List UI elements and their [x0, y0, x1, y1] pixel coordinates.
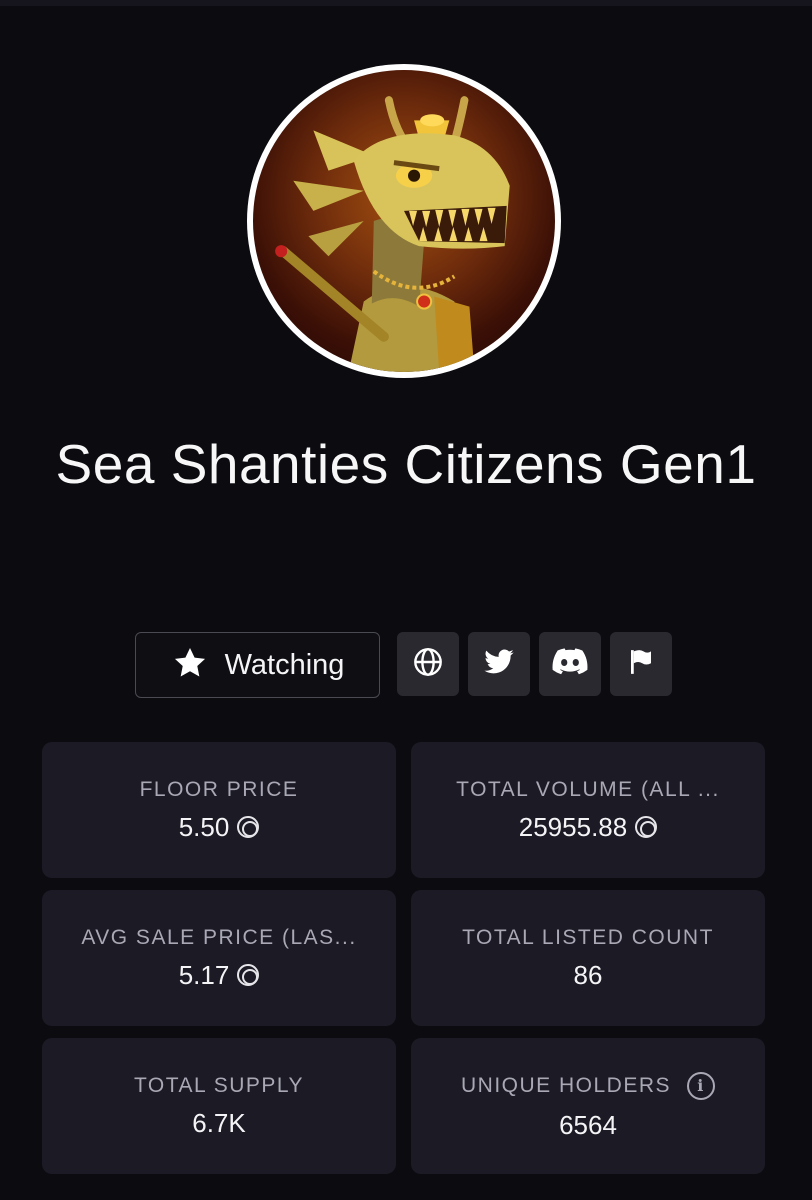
watching-label: Watching: [224, 648, 345, 681]
watching-button[interactable]: Watching: [135, 632, 380, 698]
twitter-icon: [483, 646, 515, 683]
avg-sale-price-value: 5.17: [178, 959, 230, 990]
avg-sale-price-label: AVG SALE PRICE (LAS...: [81, 925, 357, 949]
globe-icon: [412, 646, 444, 683]
avg-sale-price-card: AVG SALE PRICE (LAS... 5.17: [42, 890, 396, 1026]
total-listed-card: TOTAL LISTED COUNT 86: [411, 890, 765, 1026]
dragon-avatar-image: [253, 70, 555, 372]
dragon-illustration: [275, 96, 510, 372]
flag-icon: [626, 646, 656, 683]
info-icon[interactable]: i: [687, 1071, 716, 1100]
twitter-button[interactable]: [468, 632, 530, 696]
top-bar: [0, 0, 812, 6]
total-supply-card: TOTAL SUPPLY 6.7K: [42, 1038, 396, 1174]
sol-icon: [237, 964, 260, 986]
sol-icon: [237, 816, 260, 838]
discord-button[interactable]: [539, 632, 601, 696]
collection-title: Sea Shanties Citizens Gen1: [55, 433, 757, 495]
discord-icon: [552, 647, 588, 682]
unique-holders-card: UNIQUE HOLDERS i 6564: [411, 1038, 765, 1174]
total-volume-card: TOTAL VOLUME (ALL ... 25955.88: [411, 742, 765, 878]
floor-price-value: 5.50: [178, 811, 230, 842]
unique-holders-value: 6564: [559, 1109, 617, 1140]
website-button[interactable]: [397, 632, 459, 696]
floor-price-label: FLOOR PRICE: [139, 777, 299, 801]
action-bar: Watching: [0, 632, 812, 700]
total-listed-label: TOTAL LISTED COUNT: [462, 925, 714, 949]
floor-price-card: FLOOR PRICE 5.50: [42, 742, 396, 878]
total-supply-label: TOTAL SUPPLY: [133, 1073, 305, 1097]
unique-holders-label: UNIQUE HOLDERS: [460, 1073, 672, 1097]
collection-avatar: [247, 64, 561, 378]
total-supply-value: 6.7K: [192, 1107, 246, 1138]
report-button[interactable]: [610, 632, 672, 696]
sol-icon: [635, 816, 658, 838]
total-volume-label: TOTAL VOLUME (ALL ...: [456, 777, 720, 801]
total-volume-value: 25955.88: [518, 811, 628, 842]
star-icon: [171, 644, 209, 687]
total-listed-value: 86: [573, 959, 603, 990]
